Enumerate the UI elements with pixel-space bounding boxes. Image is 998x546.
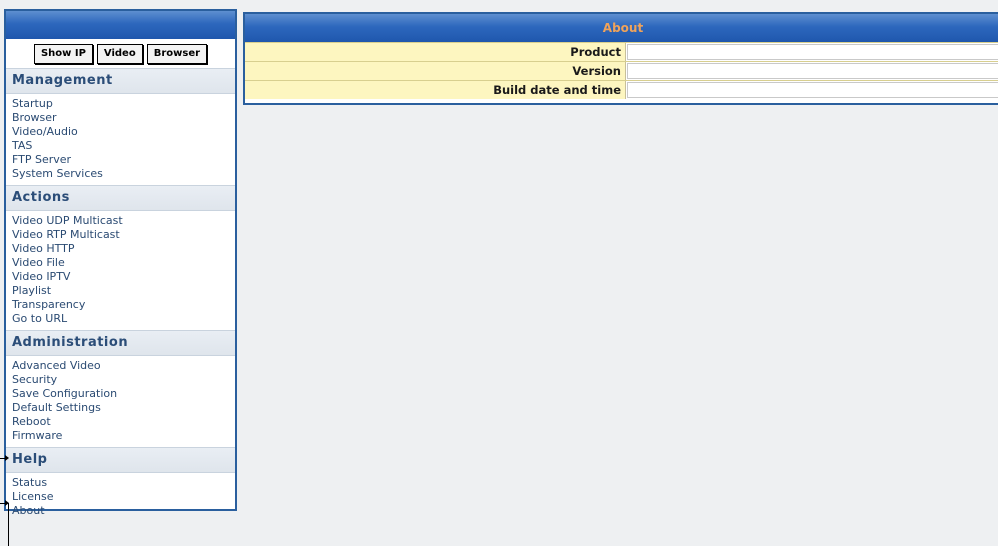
about-row-version: Version (245, 61, 998, 80)
sidebar-item-system-services[interactable]: System Services (12, 167, 235, 181)
version-label: Version (245, 62, 626, 80)
about-row-build-date: Build date and time (245, 80, 998, 99)
sidebar-item-license[interactable]: License (12, 490, 235, 504)
browser-button[interactable]: Browser (146, 44, 208, 64)
sidebar-item-video-udp-multicast[interactable]: Video UDP Multicast (12, 214, 235, 228)
sidebar-item-firmware[interactable]: Firmware (12, 429, 235, 443)
connector-line (8, 503, 9, 546)
sidebar-item-video-audio[interactable]: Video/Audio (12, 125, 235, 139)
section-header-actions: Actions (6, 185, 235, 211)
sidebar-item-transparency[interactable]: Transparency (12, 298, 235, 312)
sidebar-item-browser[interactable]: Browser (12, 111, 235, 125)
sidebar-item-advanced-video[interactable]: Advanced Video (12, 359, 235, 373)
actions-list: Video UDP Multicast Video RTP Multicast … (6, 211, 235, 328)
video-button[interactable]: Video (96, 44, 143, 64)
sidebar-item-go-to-url[interactable]: Go to URL (12, 312, 235, 326)
sidebar-item-reboot[interactable]: Reboot (12, 415, 235, 429)
sidebar-item-video-iptv[interactable]: Video IPTV (12, 270, 235, 284)
sidebar-header-bar (6, 11, 235, 39)
build-date-label: Build date and time (245, 81, 626, 99)
toolbar: Show IP Video Browser (6, 39, 235, 66)
sidebar-item-security[interactable]: Security (12, 373, 235, 387)
show-ip-button[interactable]: Show IP (33, 44, 93, 64)
sidebar-item-tas[interactable]: TAS (12, 139, 235, 153)
version-value (627, 63, 998, 79)
about-panel: About Product Version Build date and tim… (243, 12, 998, 105)
sidebar-item-video-http[interactable]: Video HTTP (12, 242, 235, 256)
about-row-product: Product (245, 42, 998, 61)
about-title: About (245, 14, 998, 42)
sidebar-item-save-configuration[interactable]: Save Configuration (12, 387, 235, 401)
sidebar-item-video-file[interactable]: Video File (12, 256, 235, 270)
sidebar-item-status[interactable]: Status (12, 476, 235, 490)
sidebar-item-default-settings[interactable]: Default Settings (12, 401, 235, 415)
sidebar-item-ftp-server[interactable]: FTP Server (12, 153, 235, 167)
sidebar-item-playlist[interactable]: Playlist (12, 284, 235, 298)
sidebar-item-startup[interactable]: Startup (12, 97, 235, 111)
section-header-help: Help (6, 447, 235, 473)
section-header-management: Management (6, 68, 235, 94)
sidebar: Show IP Video Browser Management Startup… (4, 9, 237, 517)
help-list: Status License About (6, 473, 235, 520)
administration-list: Advanced Video Security Save Configurati… (6, 356, 235, 445)
sidebar-item-about[interactable]: About (12, 504, 235, 518)
section-header-administration: Administration (6, 330, 235, 356)
build-date-value (627, 82, 998, 98)
product-value (627, 44, 998, 60)
product-label: Product (245, 43, 626, 61)
management-list: Startup Browser Video/Audio TAS FTP Serv… (6, 94, 235, 183)
sidebar-item-video-rtp-multicast[interactable]: Video RTP Multicast (12, 228, 235, 242)
pointer-arrow-icon (0, 455, 10, 463)
